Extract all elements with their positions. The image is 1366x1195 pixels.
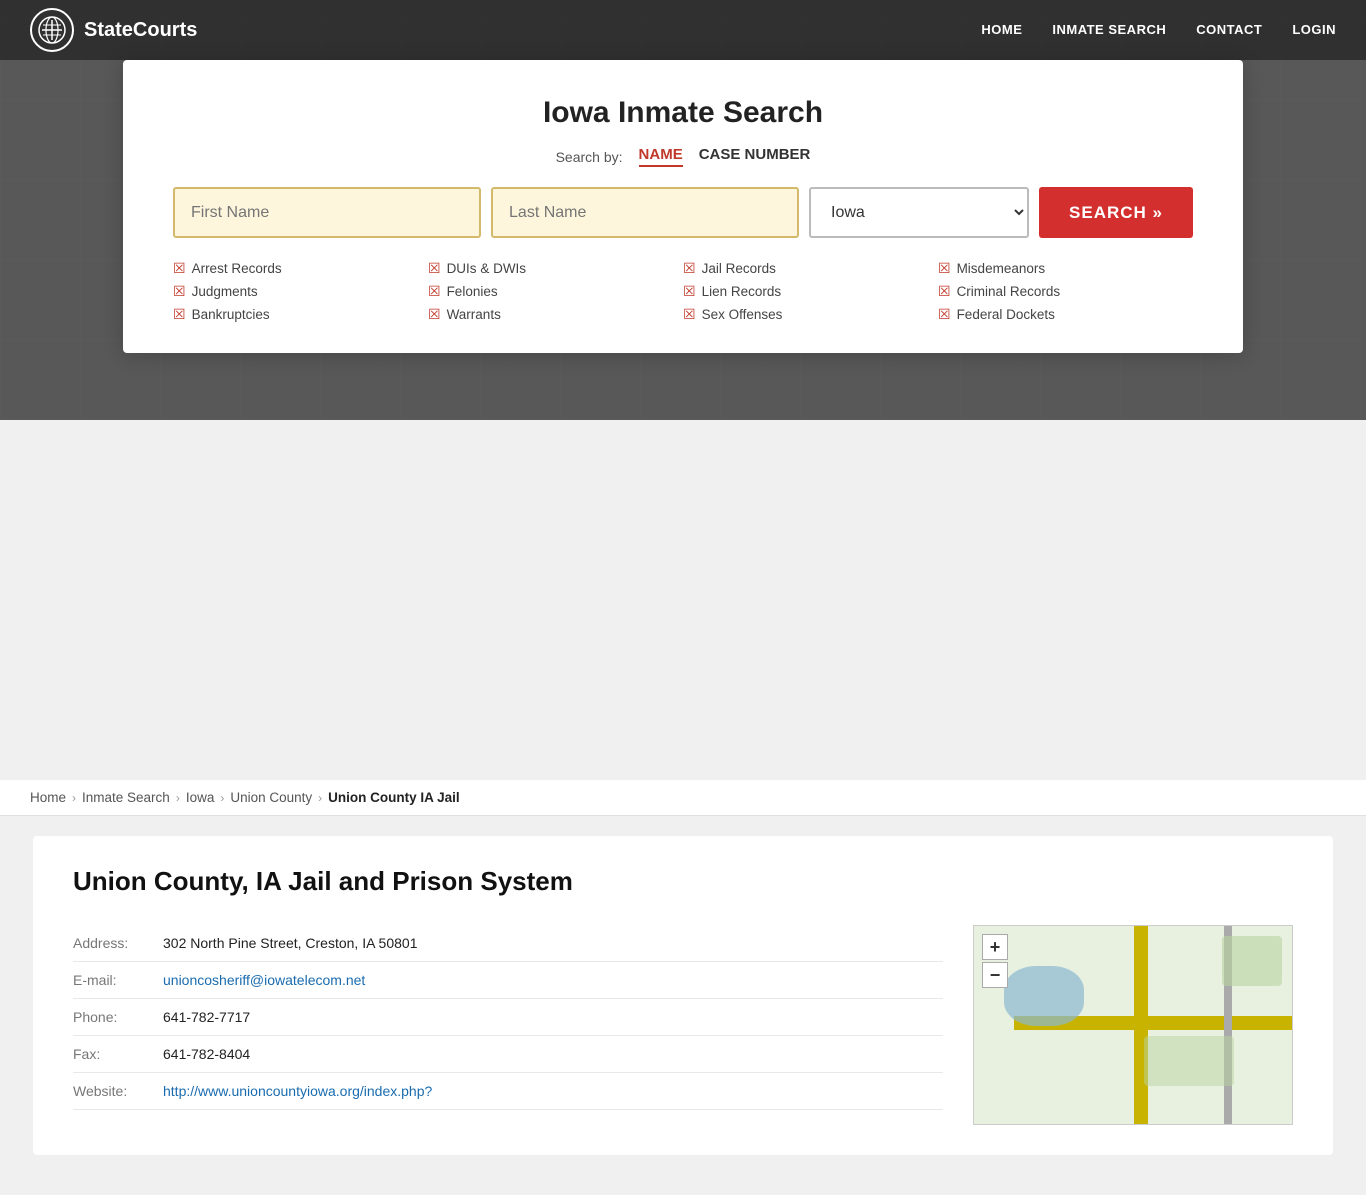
nav-login[interactable]: LOGIN <box>1292 22 1336 37</box>
checkbox-icon: ☒ <box>683 306 696 323</box>
check-item: ☒ Misdemeanors <box>938 260 1193 277</box>
check-item: ☒ Criminal Records <box>938 283 1193 300</box>
search-by-label: Search by: <box>556 149 623 165</box>
info-row: Phone: 641-782-7717 <box>73 999 943 1036</box>
breadcrumb-sep-1: › <box>72 791 76 805</box>
checkbox-icon: ☒ <box>938 306 951 323</box>
breadcrumb-iowa[interactable]: Iowa <box>186 790 215 805</box>
info-label: Address: <box>73 935 153 951</box>
info-value: 641-782-7717 <box>163 1009 250 1025</box>
logo-icon <box>30 8 74 52</box>
checks-grid: ☒ Arrest Records ☒ DUIs & DWIs ☒ Jail Records… <box>173 260 1193 323</box>
check-item: ☒ DUIs & DWIs <box>428 260 683 277</box>
check-label: Judgments <box>192 284 258 299</box>
map-column: + − <box>973 925 1293 1125</box>
info-value: 302 North Pine Street, Creston, IA 50801 <box>163 935 418 951</box>
check-item: ☒ Sex Offenses <box>683 306 938 323</box>
map-zoom-plus[interactable]: + <box>982 934 1008 960</box>
check-label: Arrest Records <box>192 261 282 276</box>
nav-home[interactable]: HOME <box>981 22 1022 37</box>
check-label: Sex Offenses <box>702 307 783 322</box>
checkbox-icon: ☒ <box>173 283 186 300</box>
checkbox-icon: ☒ <box>173 306 186 323</box>
hero-section: StateCourts HOME INMATE SEARCH CONTACT L… <box>0 0 1366 420</box>
map-container: + − <box>973 925 1293 1125</box>
info-row: E-mail: unioncosheriff@iowatelecom.net <box>73 962 943 999</box>
state-select[interactable]: Iowa Alabama Alaska Arizona California C… <box>809 187 1029 238</box>
checkbox-icon: ☒ <box>938 283 951 300</box>
check-item: ☒ Bankruptcies <box>173 306 428 323</box>
checkbox-icon: ☒ <box>428 283 441 300</box>
nav-links: HOME INMATE SEARCH CONTACT LOGIN <box>981 21 1336 39</box>
first-name-input[interactable] <box>173 187 481 238</box>
checkbox-icon: ☒ <box>428 260 441 277</box>
logo-link[interactable]: StateCourts <box>30 8 197 52</box>
map-zoom-minus[interactable]: − <box>982 962 1008 988</box>
info-row: Address: 302 North Pine Street, Creston, … <box>73 925 943 962</box>
breadcrumb-current: Union County IA Jail <box>328 790 460 805</box>
checkbox-icon: ☒ <box>938 260 951 277</box>
check-label: Criminal Records <box>957 284 1061 299</box>
info-link[interactable]: http://www.unioncountyiowa.org/index.php… <box>163 1083 432 1099</box>
check-item: ☒ Federal Dockets <box>938 306 1193 323</box>
check-label: Bankruptcies <box>192 307 270 322</box>
info-value[interactable]: unioncosheriff@iowatelecom.net <box>163 972 365 988</box>
check-item: ☒ Jail Records <box>683 260 938 277</box>
breadcrumb-union-county[interactable]: Union County <box>230 790 312 805</box>
nav-contact[interactable]: CONTACT <box>1196 22 1262 37</box>
check-label: Lien Records <box>702 284 782 299</box>
check-label: Warrants <box>447 307 501 322</box>
breadcrumb-inmate-search[interactable]: Inmate Search <box>82 790 170 805</box>
check-item: ☒ Lien Records <box>683 283 938 300</box>
info-value[interactable]: http://www.unioncountyiowa.org/index.php… <box>163 1083 432 1099</box>
info-table: Address: 302 North Pine Street, Creston, … <box>73 925 943 1125</box>
check-label: Felonies <box>447 284 498 299</box>
breadcrumb-sep-4: › <box>318 791 322 805</box>
check-label: DUIs & DWIs <box>447 261 527 276</box>
check-label: Jail Records <box>702 261 776 276</box>
info-label: Phone: <box>73 1009 153 1025</box>
check-item: ☒ Felonies <box>428 283 683 300</box>
info-card-title: Union County, IA Jail and Prison System <box>73 866 1293 897</box>
top-navigation: StateCourts HOME INMATE SEARCH CONTACT L… <box>0 0 1366 60</box>
breadcrumb-sep-3: › <box>220 791 224 805</box>
last-name-input[interactable] <box>491 187 799 238</box>
breadcrumb: Home › Inmate Search › Iowa › Union Coun… <box>0 780 1366 816</box>
checkbox-icon: ☒ <box>683 260 696 277</box>
search-button[interactable]: SEARCH » <box>1039 187 1193 238</box>
search-inputs-row: Iowa Alabama Alaska Arizona California C… <box>173 187 1193 238</box>
check-label: Federal Dockets <box>957 307 1055 322</box>
info-value: 641-782-8404 <box>163 1046 250 1062</box>
breadcrumb-home[interactable]: Home <box>30 790 66 805</box>
search-card: Iowa Inmate Search Search by: NAME CASE … <box>123 60 1243 353</box>
tab-name[interactable]: NAME <box>639 146 683 167</box>
info-label: Website: <box>73 1083 153 1099</box>
info-label: E-mail: <box>73 972 153 988</box>
info-row: Fax: 641-782-8404 <box>73 1036 943 1073</box>
nav-inmate-search[interactable]: INMATE SEARCH <box>1052 22 1166 37</box>
check-label: Misdemeanors <box>957 261 1046 276</box>
info-card: Union County, IA Jail and Prison System … <box>33 836 1333 1155</box>
info-row: Website: http://www.unioncountyiowa.org/i… <box>73 1073 943 1110</box>
checkbox-icon: ☒ <box>173 260 186 277</box>
info-layout: Address: 302 North Pine Street, Creston, … <box>73 925 1293 1125</box>
check-item: ☒ Warrants <box>428 306 683 323</box>
check-item: ☒ Arrest Records <box>173 260 428 277</box>
search-title: Iowa Inmate Search <box>173 96 1193 130</box>
check-item: ☒ Judgments <box>173 283 428 300</box>
main-content: Union County, IA Jail and Prison System … <box>0 816 1366 1195</box>
info-link[interactable]: unioncosheriff@iowatelecom.net <box>163 972 365 988</box>
checkbox-icon: ☒ <box>683 283 696 300</box>
search-by-row: Search by: NAME CASE NUMBER <box>173 146 1193 167</box>
checkbox-icon: ☒ <box>428 306 441 323</box>
breadcrumb-sep-2: › <box>176 791 180 805</box>
logo-text: StateCourts <box>84 19 197 42</box>
info-label: Fax: <box>73 1046 153 1062</box>
tab-case-number[interactable]: CASE NUMBER <box>699 146 811 167</box>
